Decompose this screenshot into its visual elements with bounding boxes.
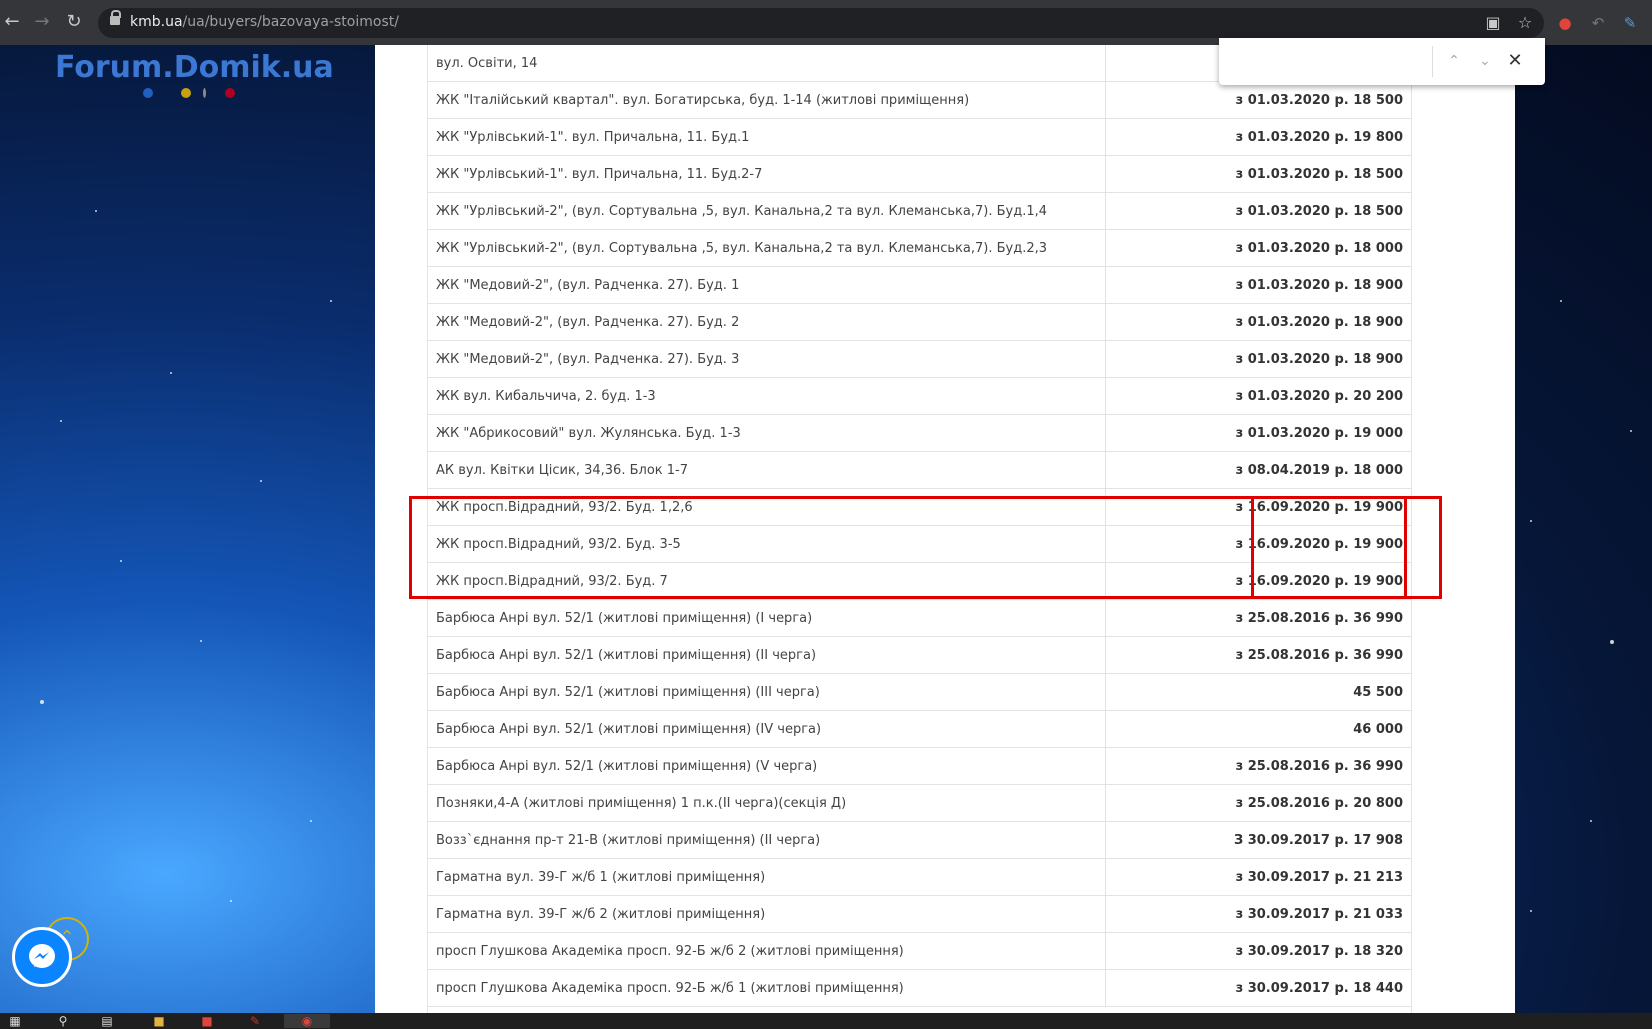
row-price: з 01.03.2020 р. 18 500 xyxy=(1105,192,1411,230)
find-input[interactable] xyxy=(1229,48,1443,76)
table-row: Барбюса Анрі вул. 52/1 (житлові приміщен… xyxy=(428,747,1411,785)
table-row: просп Глушкова Академіка просп. 92-Б ж/б… xyxy=(428,932,1411,970)
table-row: ЖК "Абрикосовий" вул. Жулянська. Буд. 1-… xyxy=(428,414,1411,452)
reload-icon[interactable]: ↻ xyxy=(62,10,86,34)
row-price: з 01.03.2020 р. 19 800 xyxy=(1105,118,1411,156)
find-next-icon[interactable]: ⌄ xyxy=(1474,50,1496,72)
logo-dots xyxy=(143,88,253,100)
page-search-icon[interactable]: ▣ xyxy=(1483,13,1503,33)
taskbar: ▦ ⚲ ▤ ■ ■ ✎ ◉ xyxy=(0,1013,1652,1029)
forward-icon[interactable]: → xyxy=(30,10,54,34)
table-row: ЖК вул. Кибальчича, 2. буд. 1-3 з 01.03.2… xyxy=(428,377,1411,415)
chrome-taskbar-icon[interactable]: ◉ xyxy=(284,1014,330,1028)
office-app-icon[interactable]: ■ xyxy=(196,1014,218,1028)
row-address: ЖК "Урлівський-2", (вул. Сортувальна ,5,… xyxy=(428,192,1106,230)
table-row: ЖК "Урлівський-2", (вул. Сортувальна ,5,… xyxy=(428,229,1411,267)
row-price: з 01.03.2020 р. 18 000 xyxy=(1105,229,1411,267)
table-row: ЖК "Медовий-2", (вул. Радченка. 27). Буд… xyxy=(428,303,1411,341)
row-price: з 30.09.2017 р. 18 440 xyxy=(1105,969,1411,1007)
extension-icon[interactable]: ↶ xyxy=(1588,13,1608,33)
address-bar[interactable]: kmb.ua/ua/buyers/bazovaya-stoimost/ ▣ ☆ xyxy=(98,8,1544,38)
row-address: просп Глушкова Академіка просп. 92-Б ж/б… xyxy=(428,969,1106,1007)
messenger-icon xyxy=(29,944,55,968)
row-address: ЖК "Урлівський-2", (вул. Сортувальна ,5,… xyxy=(428,229,1106,267)
row-address: ЖК "Урлівський-1". вул. Причальна, 11. Б… xyxy=(428,155,1106,193)
row-address: Барбюса Анрі вул. 52/1 (житлові приміщен… xyxy=(428,636,1106,674)
row-address: Позняки,4-А (житлові приміщення) 1 п.к.(… xyxy=(428,784,1106,822)
row-address: просп Глушкова Академіка просп. 92-Б ж/б… xyxy=(428,932,1106,970)
row-address: ЖК "Медовий-2", (вул. Радченка. 27). Буд… xyxy=(428,303,1106,341)
table-row: Гарматна вул. 39-Г ж/б 1 (житлові приміщ… xyxy=(428,858,1411,896)
highlight-price-box xyxy=(1251,496,1407,599)
row-price: 46 000 xyxy=(1105,710,1411,748)
table-row: АК вул. Квітки Цісик, 34,36. Блок 1-7 з 0… xyxy=(428,451,1411,489)
table-row: Гарматна вул. 39-Г ж/б 2 (житлові приміщ… xyxy=(428,895,1411,933)
row-address: ЖК "Абрикосовий" вул. Жулянська. Буд. 1-… xyxy=(428,414,1106,452)
row-price: з 01.03.2020 р. 18 500 xyxy=(1105,81,1411,119)
row-price: з 25.08.2016 р. 20 800 xyxy=(1105,784,1411,822)
table-row: просп Глушкова Академіка просп. 92-Б ж/б… xyxy=(428,969,1411,1007)
row-address: ЖК "Італійський квартал". вул. Богатирсь… xyxy=(428,81,1106,119)
row-address: Гарматна вул. 39-Г ж/б 2 (житлові приміщ… xyxy=(428,895,1106,933)
url-host: kmb.ua xyxy=(130,14,183,30)
row-address: АК вул. Квітки Цісик, 34,36. Блок 1-7 xyxy=(428,451,1106,489)
file-explorer-icon[interactable]: ■ xyxy=(148,1014,170,1028)
row-price: з 01.03.2020 р. 18 900 xyxy=(1105,303,1411,341)
row-price: з 08.04.2019 р. 18 000 xyxy=(1105,451,1411,489)
row-address: Барбюса Анрі вул. 52/1 (житлові приміщен… xyxy=(428,710,1106,748)
table-row: Позняки,4-А (житлові приміщення) 1 п.к.(… xyxy=(428,784,1411,822)
row-address: ЖК "Медовий-2", (вул. Радченка. 27). Буд… xyxy=(428,340,1106,378)
table-row: ЖК "Італійський квартал". вул. Богатирсь… xyxy=(428,81,1411,119)
row-address: вул. Освіти, 14 xyxy=(428,45,1106,82)
row-price: з 30.09.2017 р. 21 033 xyxy=(1105,895,1411,933)
row-price: з 01.03.2020 р. 19 000 xyxy=(1105,414,1411,452)
table-row: ЖК "Урлівський-2", (вул. Сортувальна ,5,… xyxy=(428,192,1411,230)
site-logo[interactable]: Forum.Domik.ua xyxy=(55,50,334,85)
task-view-icon[interactable]: ▤ xyxy=(96,1014,118,1028)
row-address: Барбюса Анрі вул. 52/1 (житлові приміщен… xyxy=(428,673,1106,711)
extension-magnet-icon[interactable]: ● xyxy=(1555,13,1575,33)
row-address: Барбюса Анрі вул. 52/1 (житлові приміщен… xyxy=(428,747,1106,785)
find-divider xyxy=(1432,46,1433,77)
row-address: ЖК "Медовий-2", (вул. Радченка. 27). Буд… xyxy=(428,266,1106,304)
table-row: Барбюса Анрі вул. 52/1 (житлові приміщен… xyxy=(428,599,1411,637)
row-price: з 30.09.2017 р. 21 213 xyxy=(1105,858,1411,896)
row-address: Возз`єднання пр-т 21-В (житлові приміщен… xyxy=(428,821,1106,859)
row-price: з 25.08.2016 р. 36 990 xyxy=(1105,747,1411,785)
row-price: з 25.08.2016 р. 36 990 xyxy=(1105,599,1411,637)
table-row: ЖК "Медовий-2", (вул. Радченка. 27). Буд… xyxy=(428,266,1411,304)
messenger-chat-button[interactable] xyxy=(12,927,72,987)
table-row: ЖК "Урлівський-1". вул. Причальна, 11. Б… xyxy=(428,155,1411,193)
find-bar: ⌃ ⌄ ✕ xyxy=(1219,38,1545,85)
table-row: ЖК "Медовий-2", (вул. Радченка. 27). Буд… xyxy=(428,340,1411,378)
row-price: З 30.09.2017 р. 17 908 xyxy=(1105,821,1411,859)
paint-app-icon[interactable]: ✎ xyxy=(244,1014,266,1028)
row-address: Барбюса Анрі вул. 52/1 (житлові приміщен… xyxy=(428,599,1106,637)
table-row: ЖК "Урлівський-1". вул. Причальна, 11. Б… xyxy=(428,118,1411,156)
row-price: з 01.03.2020 р. 20 200 xyxy=(1105,377,1411,415)
extension-pen-icon[interactable]: ✎ xyxy=(1620,13,1640,33)
row-address: ЖК "Урлівський-1". вул. Причальна, 11. Б… xyxy=(428,118,1106,156)
table-row: Барбюса Анрі вул. 52/1 (житлові приміщен… xyxy=(428,710,1411,748)
bookmark-star-icon[interactable]: ☆ xyxy=(1515,13,1535,33)
row-price: з 30.09.2017 р. 18 320 xyxy=(1105,932,1411,970)
row-price: з 01.03.2020 р. 18 500 xyxy=(1105,155,1411,193)
table-row: Барбюса Анрі вул. 52/1 (житлові приміщен… xyxy=(428,673,1411,711)
table-row: Барбюса Анрі вул. 52/1 (житлові приміщен… xyxy=(428,636,1411,674)
find-previous-icon[interactable]: ⌃ xyxy=(1443,50,1465,72)
url-text: kmb.ua/ua/buyers/bazovaya-stoimost/ xyxy=(130,14,399,30)
row-address: Гарматна вул. 39-Г ж/б 1 (житлові приміщ… xyxy=(428,858,1106,896)
windows-start-icon[interactable]: ▦ xyxy=(4,1014,26,1028)
row-price: з 01.03.2020 р. 18 900 xyxy=(1105,266,1411,304)
row-price: 45 500 xyxy=(1105,673,1411,711)
back-icon[interactable]: ← xyxy=(0,10,24,34)
url-path: /ua/buyers/bazovaya-stoimost/ xyxy=(182,14,399,30)
row-price: з 25.08.2016 р. 36 990 xyxy=(1105,636,1411,674)
row-address: ЖК вул. Кибальчича, 2. буд. 1-3 xyxy=(428,377,1106,415)
lock-icon xyxy=(110,10,121,28)
find-close-icon[interactable]: ✕ xyxy=(1504,50,1526,72)
taskbar-search-icon[interactable]: ⚲ xyxy=(52,1014,74,1028)
row-price: з 01.03.2020 р. 18 900 xyxy=(1105,340,1411,378)
table-row: Возз`єднання пр-т 21-В (житлові приміщен… xyxy=(428,821,1411,859)
